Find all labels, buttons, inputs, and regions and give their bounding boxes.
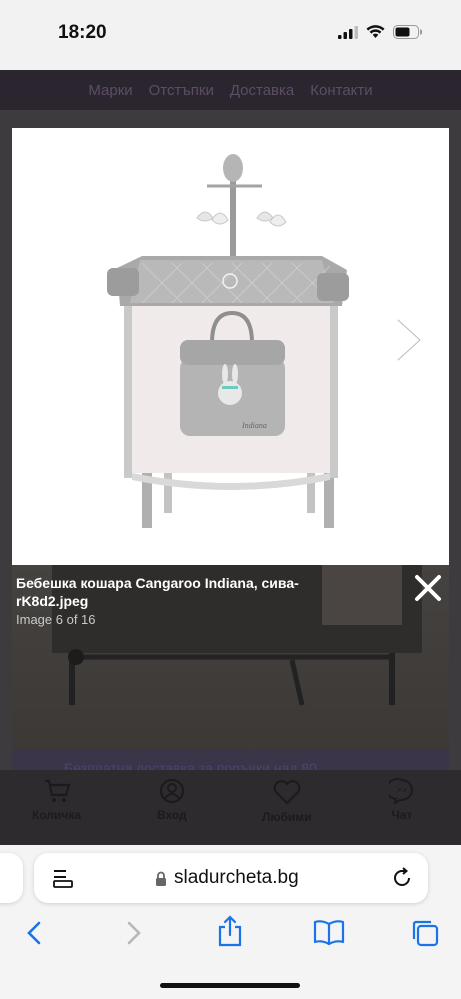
- bag-brand-text: Indiana: [241, 421, 267, 430]
- back-icon[interactable]: [24, 918, 44, 948]
- messenger-icon: [389, 778, 414, 804]
- lock-icon: [156, 871, 166, 886]
- next-image-button[interactable]: [390, 315, 426, 365]
- close-lightbox-button[interactable]: [412, 572, 444, 604]
- status-bar: 18:20: [0, 0, 461, 70]
- site-nav: Марки Отстъпки Доставка Контакти: [0, 70, 461, 110]
- nav-item-contacts[interactable]: Контакти: [310, 82, 372, 99]
- nav-item-delivery[interactable]: Доставка: [230, 82, 294, 99]
- url-text: sladurcheta.bg: [174, 867, 299, 888]
- chevron-right-icon: [396, 318, 422, 362]
- image-counter: Image 6 of 16: [16, 612, 96, 627]
- close-icon: [415, 575, 441, 601]
- home-indicator: [160, 983, 300, 988]
- image-title: Бебешка кошара Cangaroo Indiana, сива-rK…: [16, 575, 299, 609]
- bottom-item-chat-label: Чат: [391, 808, 413, 822]
- address-bar[interactable]: sladurcheta.bg: [34, 853, 428, 903]
- user-icon: [159, 778, 184, 804]
- browser-toolbar: sladurcheta.bg: [0, 845, 461, 999]
- reload-icon[interactable]: [391, 867, 413, 889]
- forward-icon[interactable]: [124, 918, 144, 948]
- bottom-item-chat[interactable]: Чат: [389, 778, 415, 822]
- tabs-icon[interactable]: [410, 918, 440, 948]
- product-photo-crib: Indiana: [107, 154, 349, 528]
- reader-mode-icon[interactable]: [52, 868, 74, 888]
- site-bottom-bar: Количка Вход Любими Чат: [0, 770, 461, 845]
- bottom-item-cart[interactable]: Количка: [32, 778, 81, 822]
- cart-icon: [44, 779, 70, 802]
- nav-item-brands[interactable]: Марки: [88, 82, 132, 99]
- status-icons: [338, 25, 423, 39]
- heart-icon: [273, 780, 301, 805]
- nav-item-discounts[interactable]: Отстъпки: [149, 82, 214, 99]
- lightbox-caption: Бебешка кошара Cangaroo Indiana, сива-rK…: [16, 574, 346, 627]
- signal-icon: [338, 25, 358, 39]
- wifi-icon: [366, 25, 385, 38]
- battery-icon: [393, 25, 422, 39]
- bookmarks-icon[interactable]: [313, 918, 345, 946]
- promo-strip: Безплатна доставка за поръчки над 80: [12, 750, 449, 772]
- bottom-item-cart-label: Количка: [32, 808, 82, 822]
- bottom-item-login[interactable]: Вход: [157, 778, 187, 822]
- share-icon[interactable]: [217, 915, 243, 947]
- lightbox-image[interactable]: Indiana: [12, 128, 449, 565]
- status-time: 18:20: [58, 22, 107, 43]
- bottom-item-favorites-label: Любими: [262, 810, 312, 824]
- bottom-item-login-label: Вход: [157, 808, 187, 822]
- bottom-item-favorites[interactable]: Любими: [262, 778, 312, 824]
- previous-tab-pill[interactable]: [0, 853, 23, 903]
